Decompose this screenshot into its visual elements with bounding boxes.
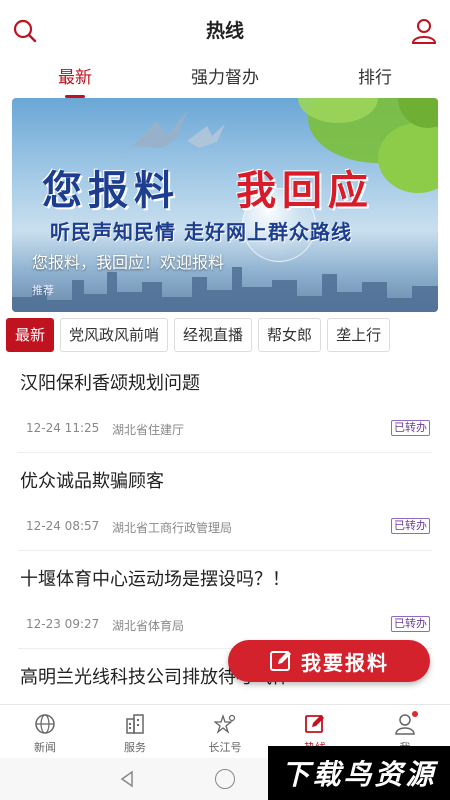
nav-news[interactable]: 新闻 [0,705,90,758]
banner[interactable]: 您报料 我回应 听民声知民情 走好网上群众路线 您报料，我回应！欢迎报料 推荐 [12,98,438,312]
birds-decoration [132,111,225,148]
banner-tag: 推荐 [32,284,54,297]
tab-ranking[interactable]: 排行 [300,60,450,100]
chip-help-girl[interactable]: 帮女郎 [258,318,322,352]
chip-latest[interactable]: 最新 [6,318,55,352]
item-department: 湖北省体育局 [112,619,185,633]
top-tabs: 最新 强力督办 排行 [0,60,450,100]
nav-changjiang[interactable]: 长江号 [180,705,270,758]
chip-live[interactable]: 经视直播 [174,318,253,352]
report-button[interactable]: 我要报料 [228,640,430,682]
status-badge: 已转办 [391,420,430,436]
globe-icon [35,714,55,734]
list-item[interactable]: 十堰体育中心运动场是摆设吗？！ 12-23 09:27 湖北省体育局 已转办 [18,551,432,649]
tab-latest[interactable]: 最新 [0,60,150,100]
banner-headline: 您报料 我回应 [42,158,432,216]
chip-rural[interactable]: 垄上行 [327,318,391,352]
headline-left: 您报料 [42,167,180,214]
nav-news-label: 新闻 [34,741,56,754]
banner-slogan: 听民声知民情 走好网上群众路线 [50,220,352,244]
category-chips: 最新 党风政风前哨 经视直播 帮女郎 垄上行 [6,318,446,352]
notification-dot [412,711,418,717]
building-icon [126,714,144,734]
app-screen: 热线 最新 强力督办 排行 您报料 我回应 听民声知民情 走好网上群众路线 您报… [0,0,450,800]
watermark: 下载鸟资源 [268,746,450,800]
home-icon[interactable] [215,769,235,789]
nav-service[interactable]: 服务 [90,705,180,758]
header: 热线 [0,0,450,58]
star-icon [214,713,236,734]
list-item[interactable]: 汉阳保利香颂规划问题 12-24 11:25 湖北省住建厅 已转办 [18,355,432,453]
edit-icon [270,651,291,671]
user-icon[interactable] [410,17,438,45]
item-time: 12-23 09:27 [26,617,100,631]
item-title: 优众诚品欺骗顾客 [20,471,164,492]
item-department: 湖北省工商行政管理局 [112,521,233,535]
nav-changjiang-label: 长江号 [208,741,242,754]
item-department: 湖北省住建厅 [112,423,185,437]
headline-right: 我回应 [235,167,374,214]
banner-caption: 您报料，我回应！欢迎报料 [32,253,225,272]
list-item[interactable]: 优众诚品欺骗顾客 12-24 08:57 湖北省工商行政管理局 已转办 [18,453,432,551]
tab-supervision[interactable]: 强力督办 [150,60,300,100]
item-title: 汉阳保利香颂规划问题 [20,373,200,394]
status-badge: 已转办 [391,616,430,632]
status-badge: 已转办 [391,518,430,534]
item-time: 12-24 11:25 [26,421,100,435]
nav-service-label: 服务 [124,741,146,754]
report-button-label: 我要报料 [301,650,389,675]
page-title: 热线 [205,19,244,42]
item-time: 12-24 08:57 [26,519,100,533]
back-icon[interactable] [118,770,136,788]
item-title: 十堰体育中心运动场是摆设吗？！ [20,569,290,590]
edit-icon [305,715,324,733]
search-icon[interactable] [12,18,38,44]
chip-party-style[interactable]: 党风政风前哨 [60,318,169,352]
